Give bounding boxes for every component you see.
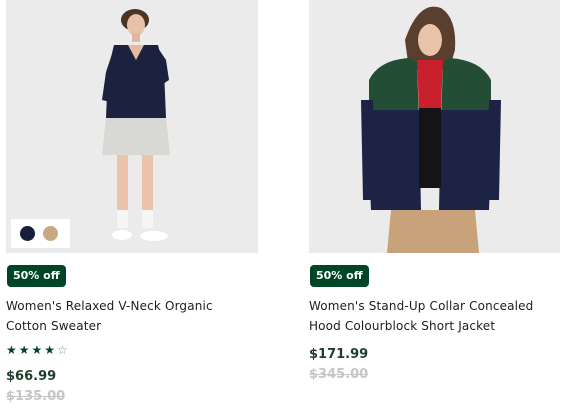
original-price: $345.00 [309,367,369,382]
product-title-line: Cotton Sweater [6,319,102,333]
product-image[interactable] [309,0,560,253]
model-in-sweater-photo [6,0,258,253]
color-swatch-navy[interactable] [20,226,35,241]
sale-price: $66.99 [6,369,57,384]
rating-stars: ★★★★☆ [6,343,70,357]
model-in-jacket-photo [309,0,560,253]
star-filled-icon: ★ [18,343,32,357]
discount-badge: 50% off [310,265,369,287]
star-filled-icon: ★ [6,343,19,357]
color-swatch-tan[interactable] [43,226,58,241]
color-swatch-group [11,219,70,248]
star-filled-icon: ★ [31,343,45,357]
original-price: $135.00 [6,389,66,404]
product-card[interactable]: 50% off Women's Stand-Up Collar Conceale… [309,0,560,382]
product-title-line: Women's Relaxed V-Neck Organic [6,299,213,313]
product-title-line: Women's Stand-Up Collar Concealed [309,299,534,313]
sale-price: $171.99 [309,347,369,362]
product-title-line: Hood Colourblock Short Jacket [309,319,496,333]
product-title[interactable]: Women's Relaxed V-Neck Organic Cotton Sw… [6,296,256,336]
discount-badge: 50% off [7,265,66,287]
star-filled-icon: ★ [44,343,58,357]
star-empty-icon: ☆ [57,343,70,357]
product-title[interactable]: Women's Stand-Up Collar Concealed Hood C… [309,296,559,336]
product-card[interactable]: 50% off Women's Relaxed V-Neck Organic C… [6,0,258,404]
product-image[interactable] [6,0,258,253]
